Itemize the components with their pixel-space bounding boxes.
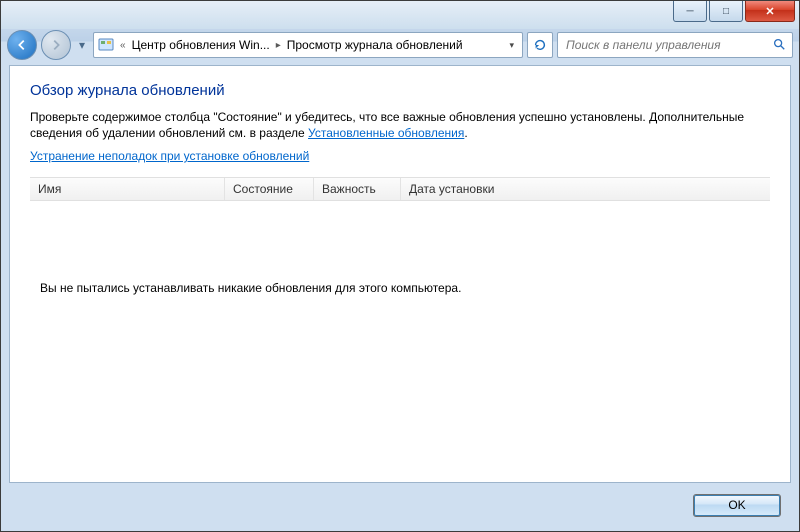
search-input[interactable] (564, 37, 772, 53)
refresh-button[interactable] (527, 32, 553, 58)
page-description: Проверьте содержимое столбца "Состояние"… (30, 109, 770, 141)
window: ─ □ ✕ ▾ « Центр обновления Win... ▸ Прос… (0, 0, 800, 532)
column-header-name[interactable]: Имя (30, 178, 225, 200)
recent-pages-dropdown[interactable]: ▾ (75, 32, 89, 58)
column-header-date[interactable]: Дата установки (401, 178, 527, 200)
arrow-left-icon (15, 38, 29, 52)
minimize-icon: ─ (686, 6, 693, 17)
column-header-importance[interactable]: Важность (314, 178, 401, 200)
column-header-status[interactable]: Состояние (225, 178, 314, 200)
content-panel: Обзор журнала обновлений Проверьте содер… (9, 65, 791, 483)
maximize-button[interactable]: □ (709, 1, 743, 22)
breadcrumb-root-chevron: « (118, 40, 128, 51)
address-bar[interactable]: « Центр обновления Win... ▸ Просмотр жур… (93, 32, 523, 58)
arrow-right-icon (49, 38, 63, 52)
footer: OK (9, 487, 791, 523)
chevron-right-icon: ▸ (274, 40, 283, 51)
navbar: ▾ « Центр обновления Win... ▸ Просмотр ж… (1, 29, 799, 61)
troubleshoot-link[interactable]: Устранение неполадок при установке обнов… (30, 149, 309, 163)
page-title: Обзор журнала обновлений (30, 82, 770, 99)
control-panel-icon (98, 37, 114, 53)
refresh-icon (533, 38, 547, 52)
window-controls: ─ □ ✕ (673, 1, 795, 22)
search-icon (772, 37, 786, 54)
search-box[interactable] (557, 32, 793, 58)
desc-text-after: . (464, 126, 467, 140)
titlebar: ─ □ ✕ (1, 1, 799, 29)
forward-button[interactable] (41, 30, 71, 60)
close-button[interactable]: ✕ (745, 1, 795, 22)
table-header: Имя Состояние Важность Дата установки (30, 177, 770, 201)
ok-button[interactable]: OK (693, 494, 781, 517)
back-button[interactable] (7, 30, 37, 60)
close-icon: ✕ (765, 5, 774, 18)
maximize-icon: □ (723, 6, 729, 17)
breadcrumb-item-2[interactable]: Просмотр журнала обновлений (287, 38, 463, 52)
empty-state-message: Вы не пытались устанавливать никакие обн… (30, 201, 770, 305)
minimize-button[interactable]: ─ (673, 1, 707, 22)
installed-updates-link[interactable]: Установленные обновления (308, 126, 464, 140)
breadcrumb-item-1[interactable]: Центр обновления Win... (132, 38, 270, 52)
address-dropdown-icon[interactable]: ▾ (505, 40, 518, 51)
